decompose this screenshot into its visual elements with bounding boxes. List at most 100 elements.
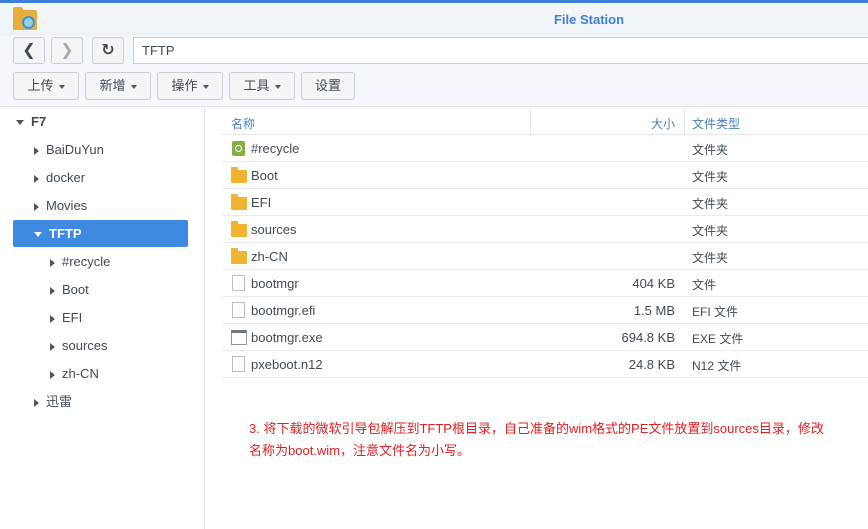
file-size: 694.8 KB: [621, 330, 676, 345]
folder-icon: [231, 248, 247, 264]
file-type: 文件夹: [692, 251, 729, 265]
upload-label: 上传: [27, 78, 54, 93]
tree-item-label: 迅雷: [46, 394, 73, 409]
tools-button[interactable]: 工具: [229, 72, 295, 100]
recycle-icon: [232, 141, 245, 156]
file-type: EFI 文件: [692, 305, 739, 319]
tree-item[interactable]: F7: [16, 108, 46, 135]
tree-item[interactable]: Movies: [34, 192, 87, 219]
file-icon: [232, 356, 245, 372]
file-row[interactable]: zh-CN 文件夹: [222, 243, 868, 270]
tree-item[interactable]: zh-CN: [50, 360, 99, 387]
file-name: EFI: [251, 195, 272, 210]
tree-item[interactable]: #recycle: [50, 248, 110, 275]
file-name: bootmgr: [251, 276, 299, 291]
column-size[interactable]: 大小: [651, 115, 675, 132]
caret-down-icon: [130, 84, 137, 89]
tools-label: 工具: [243, 78, 270, 93]
file-type: 文件夹: [692, 197, 729, 211]
tree-item[interactable]: docker: [34, 164, 85, 191]
tree-item[interactable]: TFTP: [13, 220, 188, 247]
create-label: 新增: [99, 78, 126, 93]
file-name: sources: [251, 222, 297, 237]
tree-item[interactable]: EFI: [50, 304, 82, 331]
chevron-right-icon: ❯: [60, 42, 74, 59]
action-label: 操作: [171, 78, 198, 93]
file-row[interactable]: bootmgr 404 KB 文件: [222, 270, 868, 297]
tree-item-label: F7: [31, 114, 47, 129]
tree-item-label: EFI: [62, 310, 83, 325]
expand-right-icon[interactable]: [34, 202, 39, 211]
file-name: #recycle: [251, 141, 300, 156]
file-list-header: 名称 大小 文件类型: [222, 108, 868, 135]
upload-button[interactable]: 上传: [13, 72, 79, 100]
column-type[interactable]: 文件类型: [692, 115, 740, 132]
file-name: zh-CN: [251, 249, 288, 264]
file-icon: [232, 275, 245, 291]
forward-button[interactable]: ❯: [51, 37, 83, 64]
title-bar: File Station: [0, 3, 868, 36]
column-name[interactable]: 名称: [231, 115, 255, 132]
expand-right-icon[interactable]: [34, 174, 39, 183]
file-row[interactable]: EFI 文件夹: [222, 189, 868, 216]
tree-item-label: #recycle: [62, 254, 111, 269]
tree-item-label: Movies: [46, 198, 88, 213]
file-size: 24.8 KB: [628, 357, 675, 372]
tree-item[interactable]: BaiDuYun: [34, 136, 104, 163]
expand-right-icon[interactable]: [50, 370, 55, 379]
expand-right-icon[interactable]: [34, 146, 39, 155]
expand-right-icon[interactable]: [34, 398, 39, 407]
file-name: pxeboot.n12: [251, 357, 323, 372]
file-name: bootmgr.exe: [251, 330, 323, 345]
file-type: N12 文件: [692, 359, 742, 373]
path-input[interactable]: TFTP: [133, 37, 868, 64]
expand-down-icon[interactable]: [16, 120, 24, 126]
file-row[interactable]: Boot 文件夹: [222, 162, 868, 189]
app-title: File Station: [553, 12, 625, 27]
file-type: 文件夹: [692, 170, 729, 184]
refresh-icon: ↻: [101, 42, 115, 59]
expand-right-icon[interactable]: [50, 342, 55, 351]
tree-item[interactable]: Boot: [50, 276, 89, 303]
tree-item[interactable]: sources: [50, 332, 108, 359]
action-button[interactable]: 操作: [157, 72, 223, 100]
file-type: 文件夹: [692, 224, 729, 238]
folder-tree: F7 BaiDuYun docker Movies TFTP #recycle Boot EF…: [0, 108, 205, 529]
back-button[interactable]: ❮: [13, 37, 45, 64]
expand-right-icon[interactable]: [50, 286, 55, 295]
file-row[interactable]: bootmgr.efi 1.5 MB EFI 文件: [222, 297, 868, 324]
exe-icon: [231, 330, 247, 345]
file-name: bootmgr.efi: [251, 303, 316, 318]
expand-right-icon[interactable]: [50, 258, 55, 267]
folder-icon: [231, 194, 247, 210]
create-button[interactable]: 新增: [85, 72, 151, 100]
settings-label: 设置: [314, 78, 341, 93]
file-row[interactable]: pxeboot.n12 24.8 KB N12 文件: [222, 351, 868, 378]
file-row[interactable]: #recycle 文件夹: [222, 135, 868, 162]
file-row[interactable]: sources 文件夹: [222, 216, 868, 243]
refresh-button[interactable]: ↻: [92, 37, 124, 64]
file-type: EXE 文件: [692, 332, 744, 346]
column-divider: [684, 108, 685, 135]
caret-down-icon: [58, 84, 65, 89]
note-line-2: 名称为boot.wim，注意文件名为小写。: [249, 443, 471, 458]
tree-item-label: Boot: [62, 282, 89, 297]
note-line-1: 3. 将下载的微软引导包解压到TFTP根目录，自己准备的wim格式的PE文件放置…: [249, 421, 824, 436]
settings-button[interactable]: 设置: [301, 72, 355, 100]
file-type: 文件夹: [692, 143, 729, 157]
tree-item[interactable]: 迅雷: [34, 388, 72, 415]
tree-item-label: BaiDuYun: [46, 142, 104, 157]
file-type: 文件: [692, 278, 717, 292]
tree-item-label: zh-CN: [62, 366, 99, 381]
file-size: 404 KB: [632, 276, 675, 291]
expand-right-icon[interactable]: [50, 314, 55, 323]
expand-down-icon[interactable]: [34, 232, 42, 238]
caret-down-icon: [274, 84, 281, 89]
tree-item-label: docker: [46, 170, 86, 185]
folder-icon: [231, 221, 247, 237]
chevron-left-icon: ❮: [22, 42, 36, 59]
file-row[interactable]: bootmgr.exe 694.8 KB EXE 文件: [222, 324, 868, 351]
tree-item-label: TFTP: [49, 226, 82, 241]
folder-icon: [231, 167, 247, 183]
file-size: 1.5 MB: [633, 303, 675, 318]
